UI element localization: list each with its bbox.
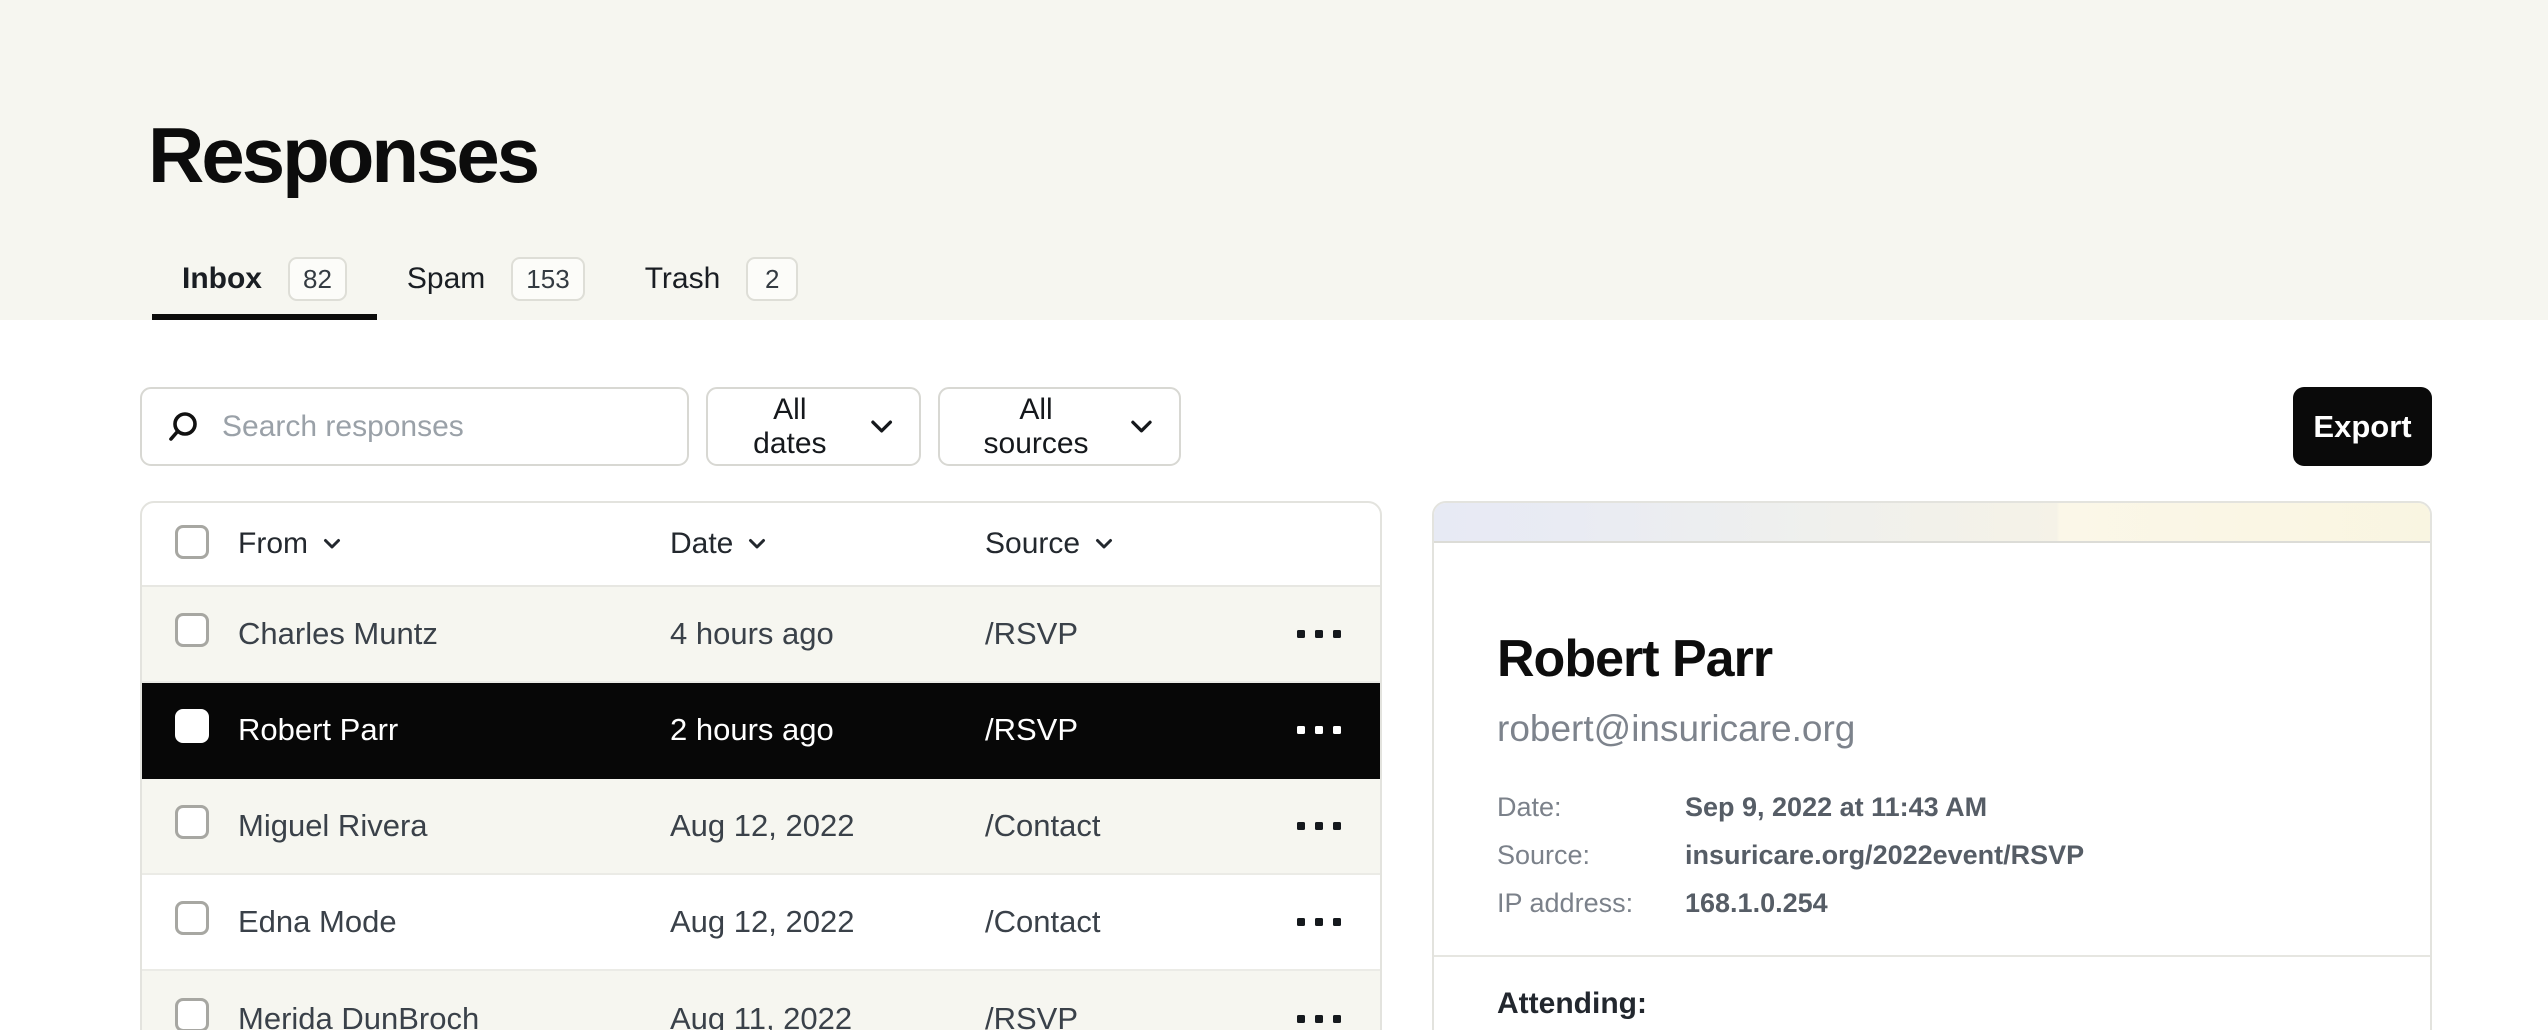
- tab-label: Inbox: [182, 262, 262, 296]
- row-from: Miguel Rivera: [238, 808, 670, 844]
- tab-inbox[interactable]: Inbox 82: [152, 244, 377, 320]
- search-input[interactable]: [222, 410, 663, 444]
- response-meta: Date: Sep 9, 2022 at 11:43 AM Source: in…: [1497, 783, 2367, 927]
- tab-label: Trash: [645, 262, 721, 296]
- date-filter-dropdown[interactable]: All dates: [706, 387, 921, 466]
- table-row[interactable]: Robert Parr 2 hours ago /RSVP: [142, 683, 1380, 779]
- row-source: /RSVP: [985, 712, 1257, 748]
- tab-count-badge: 82: [288, 257, 347, 301]
- row-source: /RSVP: [985, 1001, 1257, 1030]
- row-checkbox[interactable]: [175, 805, 209, 839]
- meta-label: Source:: [1497, 831, 1685, 879]
- table-row[interactable]: Edna Mode Aug 12, 2022 /Contact: [142, 875, 1380, 971]
- date-filter-value: All dates: [734, 393, 846, 461]
- detail-header-gradient: [1434, 503, 2430, 543]
- table-row[interactable]: Miguel Rivera Aug 12, 2022 /Contact: [142, 779, 1380, 875]
- meta-value: 168.1.0.254: [1685, 879, 2367, 927]
- respondent-email: robert@insuricare.org: [1497, 707, 2367, 751]
- respondent-name: Robert Parr: [1497, 631, 2367, 687]
- column-label: From: [238, 527, 308, 561]
- responses-table: From Date Source Charles Muntz 4 hours a…: [140, 501, 1382, 1030]
- row-source: /Contact: [985, 904, 1257, 940]
- row-from: Edna Mode: [238, 904, 670, 940]
- row-checkbox[interactable]: [175, 998, 209, 1030]
- row-actions-button[interactable]: [1283, 808, 1355, 844]
- detail-body: Robert Parr robert@insuricare.org Date: …: [1434, 631, 2430, 1021]
- row-date: Aug 12, 2022: [670, 808, 985, 844]
- tab-spam[interactable]: Spam 153: [377, 244, 615, 320]
- divider: [1434, 955, 2430, 957]
- row-source: /Contact: [985, 808, 1257, 844]
- column-label: Source: [985, 527, 1080, 561]
- table-row[interactable]: Merida DunBroch Aug 11, 2022 /RSVP: [142, 971, 1380, 1030]
- meta-label: Date:: [1497, 783, 1685, 831]
- row-checkbox[interactable]: [175, 901, 209, 935]
- chevron-down-icon: [1095, 538, 1113, 550]
- search-icon: [166, 410, 200, 444]
- meta-value: insuricare.org/2022event/RSVP: [1685, 831, 2367, 879]
- source-filter-dropdown[interactable]: All sources: [938, 387, 1181, 466]
- chevron-down-icon: [1130, 419, 1153, 435]
- row-from: Merida DunBroch: [238, 1001, 670, 1030]
- column-header-source[interactable]: Source: [985, 527, 1257, 561]
- row-actions-button[interactable]: [1283, 904, 1355, 940]
- row-actions-button[interactable]: [1283, 616, 1355, 652]
- tab-count-badge: 2: [746, 257, 798, 301]
- attending-label: Attending:: [1497, 987, 2367, 1021]
- row-checkbox[interactable]: [175, 613, 209, 647]
- row-from: Robert Parr: [238, 712, 670, 748]
- meta-label: IP address:: [1497, 879, 1685, 927]
- table-header-row: From Date Source: [142, 503, 1380, 587]
- row-date: Aug 11, 2022: [670, 1001, 985, 1030]
- chevron-down-icon: [323, 538, 341, 550]
- tab-count-badge: 153: [511, 257, 584, 301]
- toolbar: All dates All sources Export: [140, 387, 2432, 466]
- row-source: /RSVP: [985, 616, 1257, 652]
- row-date: 2 hours ago: [670, 712, 985, 748]
- tab-trash[interactable]: Trash 2: [615, 244, 829, 320]
- column-header-date[interactable]: Date: [670, 527, 985, 561]
- export-button[interactable]: Export: [2293, 387, 2432, 466]
- table-row[interactable]: Charles Muntz 4 hours ago /RSVP: [142, 587, 1380, 683]
- tab-label: Spam: [407, 262, 485, 296]
- chevron-down-icon: [748, 538, 766, 550]
- meta-value: Sep 9, 2022 at 11:43 AM: [1685, 783, 2367, 831]
- chevron-down-icon: [870, 419, 893, 435]
- row-actions-button[interactable]: [1283, 1001, 1355, 1030]
- page-title: Responses: [148, 116, 537, 194]
- select-all-checkbox[interactable]: [175, 525, 209, 559]
- row-actions-button[interactable]: [1283, 712, 1355, 748]
- column-header-from[interactable]: From: [238, 527, 670, 561]
- row-from: Charles Muntz: [238, 616, 670, 652]
- response-detail-panel: Robert Parr robert@insuricare.org Date: …: [1432, 501, 2432, 1030]
- row-date: 4 hours ago: [670, 616, 985, 652]
- row-checkbox[interactable]: [175, 709, 209, 743]
- page-header: Responses Inbox 82 Spam 153 Trash 2: [0, 0, 2548, 320]
- tabs-bar: Inbox 82 Spam 153 Trash 2: [152, 244, 828, 320]
- search-box: [140, 387, 689, 466]
- source-filter-value: All sources: [966, 393, 1106, 461]
- row-date: Aug 12, 2022: [670, 904, 985, 940]
- column-label: Date: [670, 527, 733, 561]
